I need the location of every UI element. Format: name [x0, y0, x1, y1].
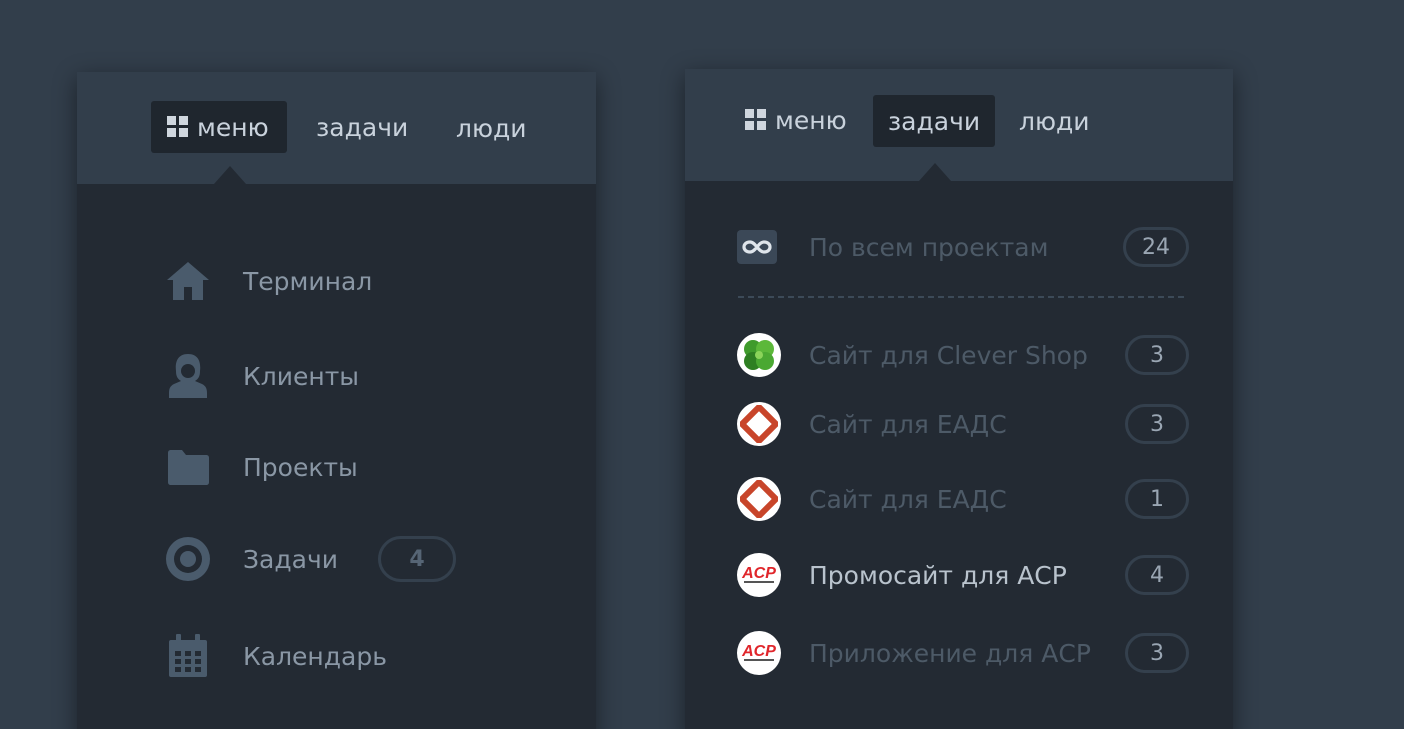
project-name: Сайт для ЕАДС [809, 484, 1007, 514]
project-task-count: 1 [1125, 479, 1189, 519]
tab-menu[interactable]: меню [151, 101, 287, 153]
tab-menu-label: меню [775, 105, 847, 135]
menu-item-label: Терминал [243, 266, 373, 296]
project-name: Сайт для Clever Shop [809, 340, 1088, 370]
tasks-count-badge: 4 [377, 536, 456, 582]
svg-text:ACP: ACP [741, 565, 776, 582]
project-task-count: 3 [1125, 335, 1189, 375]
menu-item-label: Проекты [243, 452, 358, 482]
clover-logo [737, 333, 781, 377]
project-item[interactable]: ACP Промосайт для АСР 4 [737, 551, 1189, 599]
tab-menu[interactable]: меню [745, 94, 847, 146]
all-projects-item[interactable]: По всем проектам 24 [737, 223, 1189, 271]
project-task-count: 3 [1125, 633, 1189, 673]
panel-header: меню задачи люди [685, 69, 1233, 181]
tab-tasks-label: задачи [316, 112, 409, 142]
all-projects-label: По всем проектам [809, 232, 1049, 262]
project-name: Приложение для АСР [809, 638, 1091, 668]
menu-item-label: Задачи [243, 544, 338, 574]
grid-icon [167, 116, 189, 138]
project-item[interactable]: Сайт для ЕАДС 1 [737, 475, 1189, 523]
acp-logo: ACP [737, 631, 781, 675]
menu-item-clients[interactable]: Клиенты [165, 352, 359, 400]
menu-item-tasks[interactable]: Задачи 4 [165, 535, 456, 583]
user-icon [165, 353, 211, 399]
active-tab-caret [919, 163, 951, 181]
eads-logo [737, 477, 781, 521]
tab-people-label: люди [1019, 106, 1090, 136]
folder-icon [165, 444, 211, 490]
menu-item-calendar[interactable]: Календарь [165, 632, 387, 680]
eads-logo [737, 402, 781, 446]
dashed-divider [738, 296, 1184, 298]
tab-menu-label: меню [197, 112, 269, 142]
infinity-icon [737, 230, 777, 264]
menu-item-terminal[interactable]: Терминал [165, 257, 372, 305]
calendar-icon [165, 633, 211, 679]
project-task-count: 4 [1125, 555, 1189, 595]
grid-icon [745, 109, 767, 131]
project-name: Сайт для ЕАДС [809, 409, 1007, 439]
all-projects-count: 24 [1123, 227, 1189, 267]
svg-text:ACP: ACP [741, 643, 776, 660]
panel-header: меню задачи люди [77, 72, 596, 184]
tab-people[interactable]: люди [456, 102, 527, 154]
menu-item-projects[interactable]: Проекты [165, 443, 358, 491]
project-item[interactable]: ACP Приложение для АСР 3 [737, 629, 1189, 677]
tab-tasks[interactable]: задачи [316, 101, 408, 153]
tab-people-label: люди [456, 113, 527, 143]
active-tab-caret [214, 166, 246, 184]
project-item[interactable]: Сайт для Clever Shop 3 [737, 331, 1189, 379]
project-task-count: 3 [1125, 404, 1189, 444]
tab-tasks-label: задачи [887, 106, 981, 136]
tasks-panel: меню задачи люди По всем проектам 24 Сай… [685, 69, 1233, 729]
project-item[interactable]: Сайт для ЕАДС 3 [737, 400, 1189, 448]
tab-people[interactable]: люди [1019, 95, 1090, 147]
menu-item-label: Календарь [243, 641, 387, 671]
home-icon [165, 258, 211, 304]
acp-logo: ACP [737, 553, 781, 597]
project-name: Промосайт для АСР [809, 560, 1067, 590]
tab-tasks[interactable]: задачи [873, 95, 995, 147]
menu-item-label: Клиенты [243, 361, 360, 391]
main-menu-panel: меню задачи люди Терминал Клиенты Проект… [77, 72, 596, 729]
target-icon [165, 536, 211, 582]
